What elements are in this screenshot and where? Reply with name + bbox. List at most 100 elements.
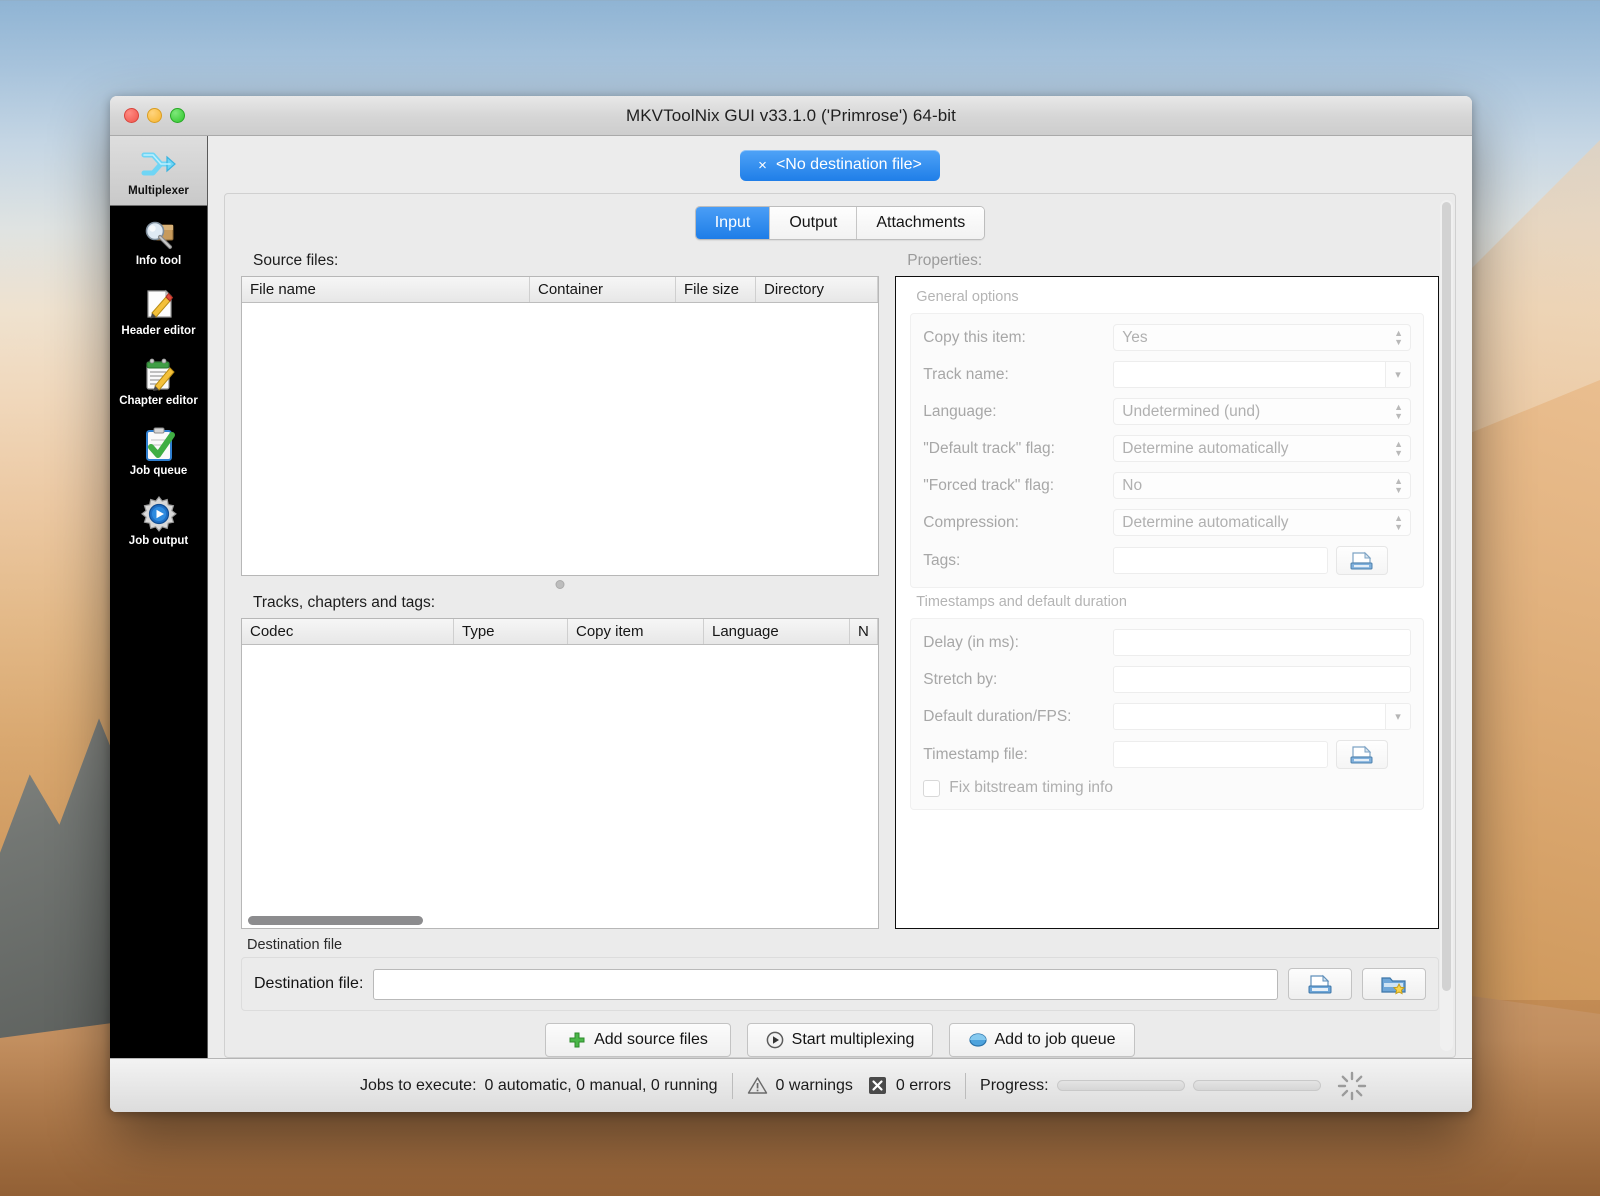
column-header-file-size[interactable]: File size [676, 277, 756, 302]
destination-group: Destination file: [241, 957, 1439, 1011]
destination-favorites-button[interactable] [1362, 968, 1426, 1000]
default-duration-combo[interactable]: ▾ [1113, 703, 1411, 730]
fix-bitstream-timing-row[interactable]: Fix bitstream timing info [923, 779, 1411, 797]
button-label: Add to job queue [994, 1031, 1116, 1048]
general-options-title: General options [916, 289, 1019, 305]
stretch-by-input[interactable] [1113, 666, 1411, 693]
sidebar-item-multiplexer[interactable]: Multiplexer [110, 136, 207, 206]
field-label: Tags: [923, 551, 961, 569]
field-language: Language: Undetermined (und) ▲ ▼ [923, 398, 1411, 425]
add-source-files-button[interactable]: Add source files [545, 1023, 731, 1057]
column-header-directory[interactable]: Directory [756, 277, 879, 302]
busy-spinner-icon [1337, 1071, 1366, 1100]
select-value: Undetermined (und) [1122, 402, 1261, 420]
column-header-language[interactable]: Language [704, 619, 850, 644]
column-header-copy-item[interactable]: Copy item [568, 619, 704, 644]
sidebar-item-chapter-editor[interactable]: Chapter editor [110, 346, 207, 416]
field-label: Stretch by: [923, 670, 998, 688]
sidebar-item-job-queue[interactable]: Job queue [110, 416, 207, 486]
field-default-track-flag: "Default track" flag: Determine automati… [923, 435, 1411, 462]
close-icon[interactable]: × [758, 157, 767, 174]
field-label: Copy this item: [923, 328, 1026, 346]
timestamp-file-browse-button[interactable] [1336, 740, 1389, 769]
source-files-rows[interactable] [242, 303, 879, 575]
warning-icon [747, 1077, 767, 1094]
progress-status: Progress: [980, 1077, 1321, 1095]
sidebar-item-label: Info tool [135, 255, 182, 268]
browse-destination-button[interactable] [1288, 968, 1352, 1000]
destination-file-input[interactable] [373, 968, 1278, 1000]
field-compression: Compression: Determine automatically ▲ ▼ [923, 509, 1411, 536]
window-titlebar: MKVToolNix GUI v33.1.0 ('Primrose') 64-b… [110, 96, 1472, 136]
sidebar-item-info-tool[interactable]: Info tool [110, 206, 207, 276]
action-buttons-row: Add source files Start multiplexing Add … [241, 1011, 1439, 1057]
tab-attachments[interactable]: Attachments [857, 207, 985, 239]
multiplexer-icon [141, 152, 176, 176]
button-label: Add source files [594, 1031, 708, 1048]
field-label: Default duration/FPS: [923, 707, 1072, 725]
jobs-label: Jobs to execute: [360, 1076, 477, 1094]
copy-this-item-select[interactable]: Yes ▲ ▼ [1113, 324, 1411, 351]
input-panel: Input Output Attachments Source files: F… [224, 193, 1456, 1058]
files-column: Source files: File name Container File s… [241, 250, 880, 929]
column-header-codec[interactable]: Codec [242, 619, 454, 644]
tab-output[interactable]: Output [770, 207, 858, 239]
progress-bar-current [1056, 1080, 1185, 1091]
destination-file-tab[interactable]: × <No destination file> [740, 150, 940, 181]
warnings-status[interactable]: 0 warnings [747, 1076, 853, 1095]
column-header-type[interactable]: Type [454, 619, 568, 644]
tracks-list[interactable]: Codec Type Copy item Language N [241, 618, 880, 929]
tags-browse-button[interactable] [1336, 546, 1389, 575]
column-header-file-name[interactable]: File name [242, 277, 530, 302]
timestamp-file-input[interactable] [1113, 741, 1329, 768]
destination-group-label: Destination file [247, 937, 343, 953]
field-default-duration: Default duration/FPS: ▾ [923, 703, 1411, 730]
track-name-combo[interactable]: ▾ [1113, 361, 1411, 388]
chapter-editor-icon [145, 358, 175, 392]
save-file-icon [1350, 551, 1373, 569]
files-splitter[interactable] [241, 576, 879, 592]
tags-input[interactable] [1113, 547, 1329, 574]
column-header-container[interactable]: Container [530, 277, 676, 302]
button-label: Start multiplexing [791, 1031, 915, 1048]
tracks-horizontal-scrollbar[interactable] [242, 914, 879, 928]
window-title: MKVToolNix GUI v33.1.0 ('Primrose') 64-b… [625, 105, 956, 125]
delay-input[interactable] [1113, 629, 1411, 656]
errors-status[interactable]: 0 errors [867, 1075, 951, 1096]
column-header-name[interactable]: N [850, 619, 879, 644]
plus-icon [569, 1032, 585, 1048]
sidebar-item-header-editor[interactable]: Header editor [110, 276, 207, 346]
chevron-down-icon[interactable]: ▾ [1385, 703, 1411, 730]
scrollbar-thumb[interactable] [1442, 202, 1451, 991]
start-multiplexing-button[interactable]: Start multiplexing [747, 1023, 933, 1057]
content-vertical-scrollbar[interactable] [1440, 200, 1453, 1051]
source-files-list[interactable]: File name Container File size Directory [241, 276, 880, 576]
track-name-input[interactable] [1113, 361, 1385, 388]
tab-input[interactable]: Input [695, 207, 771, 239]
splitter-grip[interactable] [555, 580, 565, 589]
field-timestamp-file: Timestamp file: [923, 740, 1411, 769]
field-delay: Delay (in ms): [923, 629, 1411, 656]
select-value: Yes [1122, 328, 1148, 346]
tracks-header: Codec Type Copy item Language N [242, 619, 879, 645]
sidebar-item-job-output[interactable]: Job output [110, 486, 207, 556]
tracks-rows[interactable] [242, 645, 879, 914]
destination-file-tab-label: <No destination file> [775, 156, 922, 173]
default-track-flag-select[interactable]: Determine automatically ▲ ▼ [1113, 435, 1411, 462]
scrollbar-thumb[interactable] [248, 916, 423, 925]
general-options-group: Copy this item: Yes ▲ ▼ Track name: ▾ La… [910, 313, 1424, 588]
default-duration-input[interactable] [1113, 703, 1385, 730]
jobs-to-execute-status: Jobs to execute: 0 automatic, 0 manual, … [360, 1077, 718, 1095]
field-copy-this-item: Copy this item: Yes ▲ ▼ [923, 324, 1411, 351]
forced-track-flag-select[interactable]: No ▲ ▼ [1113, 472, 1411, 499]
add-to-job-queue-button[interactable]: Add to job queue [949, 1023, 1135, 1057]
input-columns: Source files: File name Container File s… [225, 250, 1455, 929]
fix-bitstream-timing-label: Fix bitstream timing info [949, 779, 1113, 796]
language-select[interactable]: Undetermined (und) ▲ ▼ [1113, 398, 1411, 425]
progress-bar-total [1192, 1080, 1321, 1091]
compression-select[interactable]: Determine automatically ▲ ▼ [1113, 509, 1411, 536]
chevron-down-icon[interactable]: ▾ [1385, 361, 1411, 388]
stepper-icon: ▲ ▼ [1394, 438, 1403, 458]
fix-bitstream-timing-checkbox[interactable] [923, 779, 941, 797]
tracks-label: Tracks, chapters and tags: [253, 594, 436, 611]
